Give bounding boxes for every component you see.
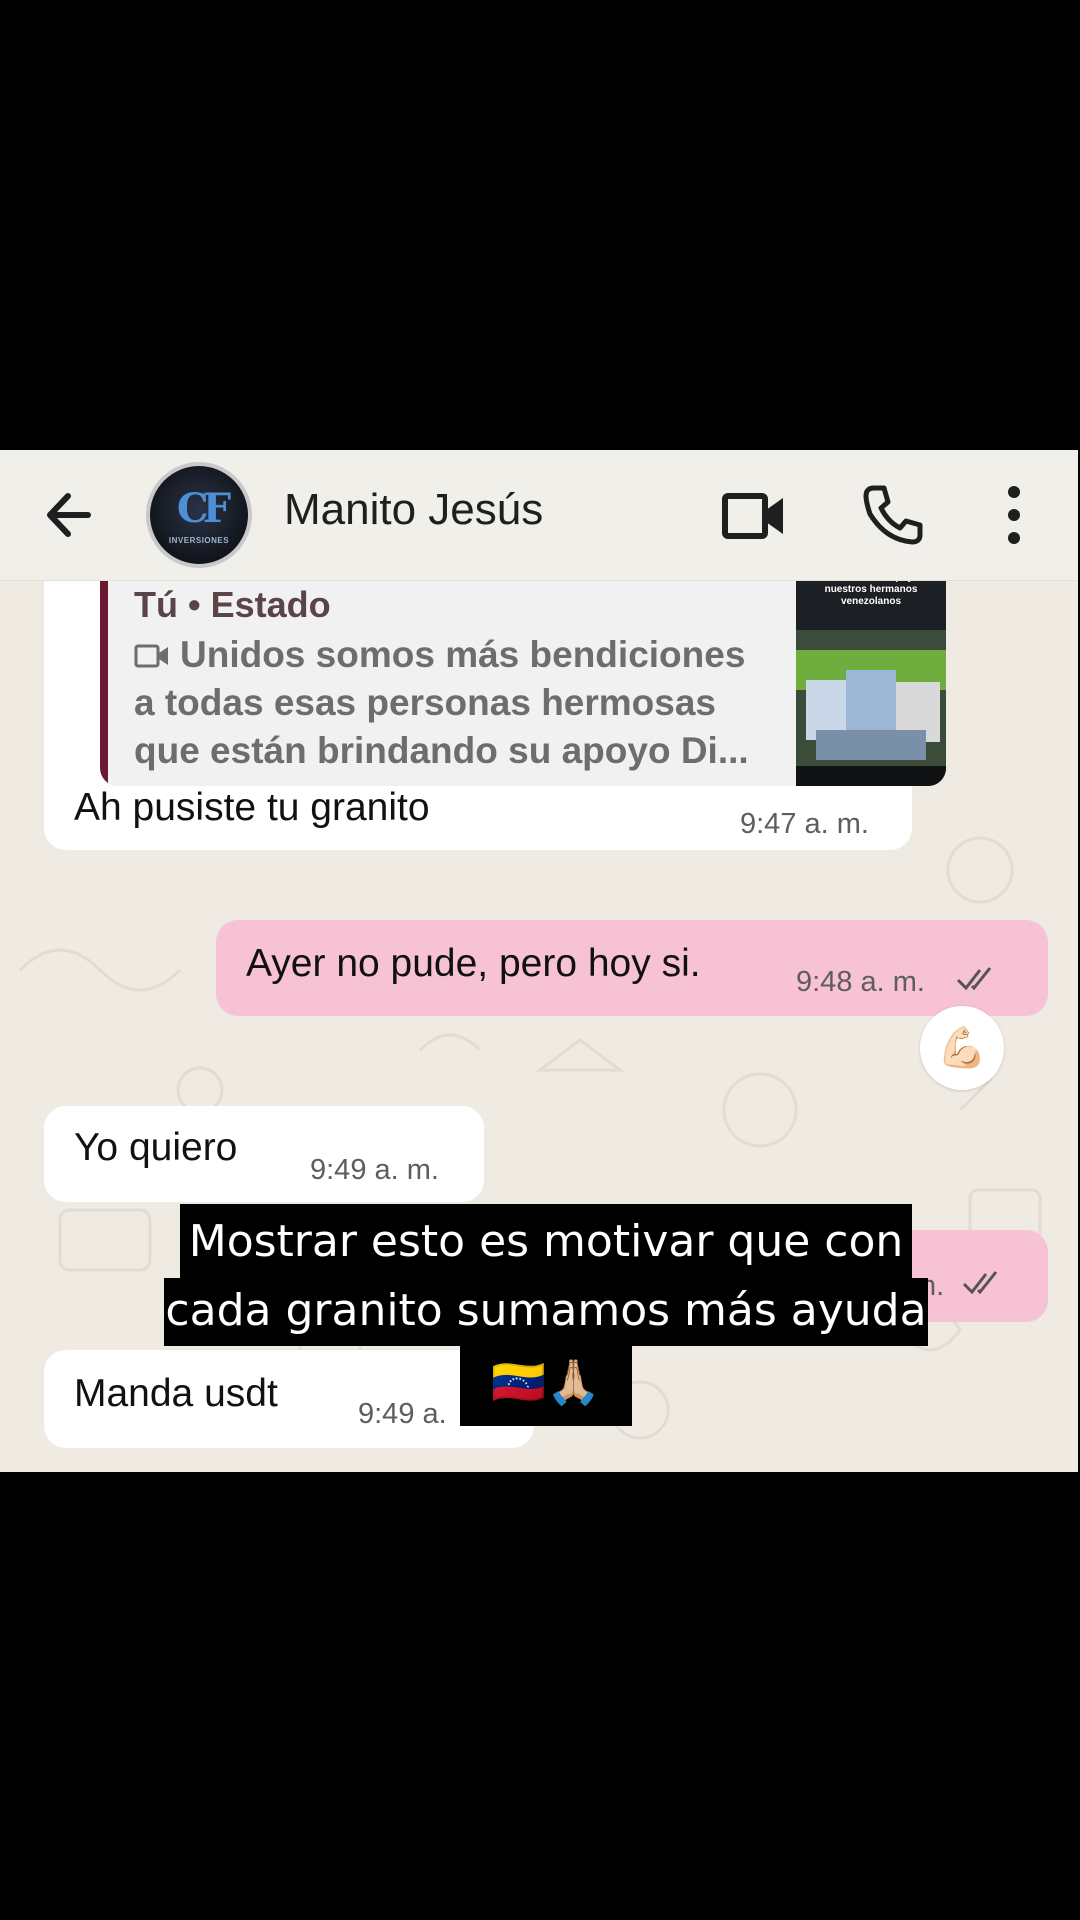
- phone-icon[interactable]: [862, 484, 924, 546]
- avatar-logo: CF: [176, 485, 231, 532]
- video-camera-icon: [134, 644, 168, 668]
- caption-line-1: Mostrar esto es motivar que con: [188, 1216, 904, 1267]
- message-text: Ah pusiste tu granito: [74, 786, 430, 829]
- thumbnail-image: [796, 630, 946, 786]
- message-text: Ayer no pude, pero hoy si.: [246, 942, 701, 985]
- outgoing-message[interactable]: Ayer no pude, pero hoy si. 9:48 a. m.: [216, 920, 1048, 1016]
- quote-line-3: que están brindando su apoyo Di...: [134, 730, 749, 771]
- video-call-icon[interactable]: [722, 488, 786, 544]
- back-arrow-icon[interactable]: [36, 480, 106, 550]
- status-thumbnail[interactable]: TUMEREMO en apoyo a nuestros hermanos ve…: [796, 570, 946, 786]
- quoted-status[interactable]: Tú • Estado Unidos somos más bendiciones…: [100, 570, 946, 786]
- quote-line-2: a todas esas personas hermosas: [134, 682, 717, 723]
- message-time: 9:48 a. m.: [796, 966, 925, 998]
- double-check-icon: [962, 1271, 998, 1295]
- incoming-message-with-quote[interactable]: Tú • Estado Unidos somos más bendiciones…: [44, 570, 946, 850]
- avatar-logo-text: INVERSIONES: [168, 536, 230, 545]
- message-time: 9:49 a. m.: [310, 1154, 439, 1186]
- incoming-message[interactable]: Yo quiero 9:49 a. m.: [44, 1106, 484, 1202]
- reaction-badge[interactable]: 💪🏻: [920, 1006, 1004, 1090]
- caption-line-2: cada granito sumamos más ayuda: [165, 1285, 927, 1336]
- caption-line-3: 🇻🇪🙏🏼: [491, 1357, 601, 1408]
- chat-header: CF INVERSIONES Manito Jesús: [0, 450, 1078, 581]
- more-options-icon[interactable]: [1000, 484, 1028, 546]
- double-check-icon: [956, 967, 992, 991]
- message-time: 9:49 a.: [358, 1398, 447, 1430]
- message-text: Yo quiero: [74, 1126, 238, 1169]
- quote-accent-bar: [100, 570, 108, 786]
- quote-line-1: Unidos somos más bendiciones: [134, 634, 745, 676]
- contact-avatar[interactable]: CF INVERSIONES: [146, 462, 252, 568]
- contact-name[interactable]: Manito Jesús: [284, 480, 543, 540]
- message-time: 9:47 a. m.: [740, 808, 869, 840]
- message-text: Manda usdt: [74, 1372, 278, 1415]
- quote-author: Tú • Estado: [134, 584, 331, 625]
